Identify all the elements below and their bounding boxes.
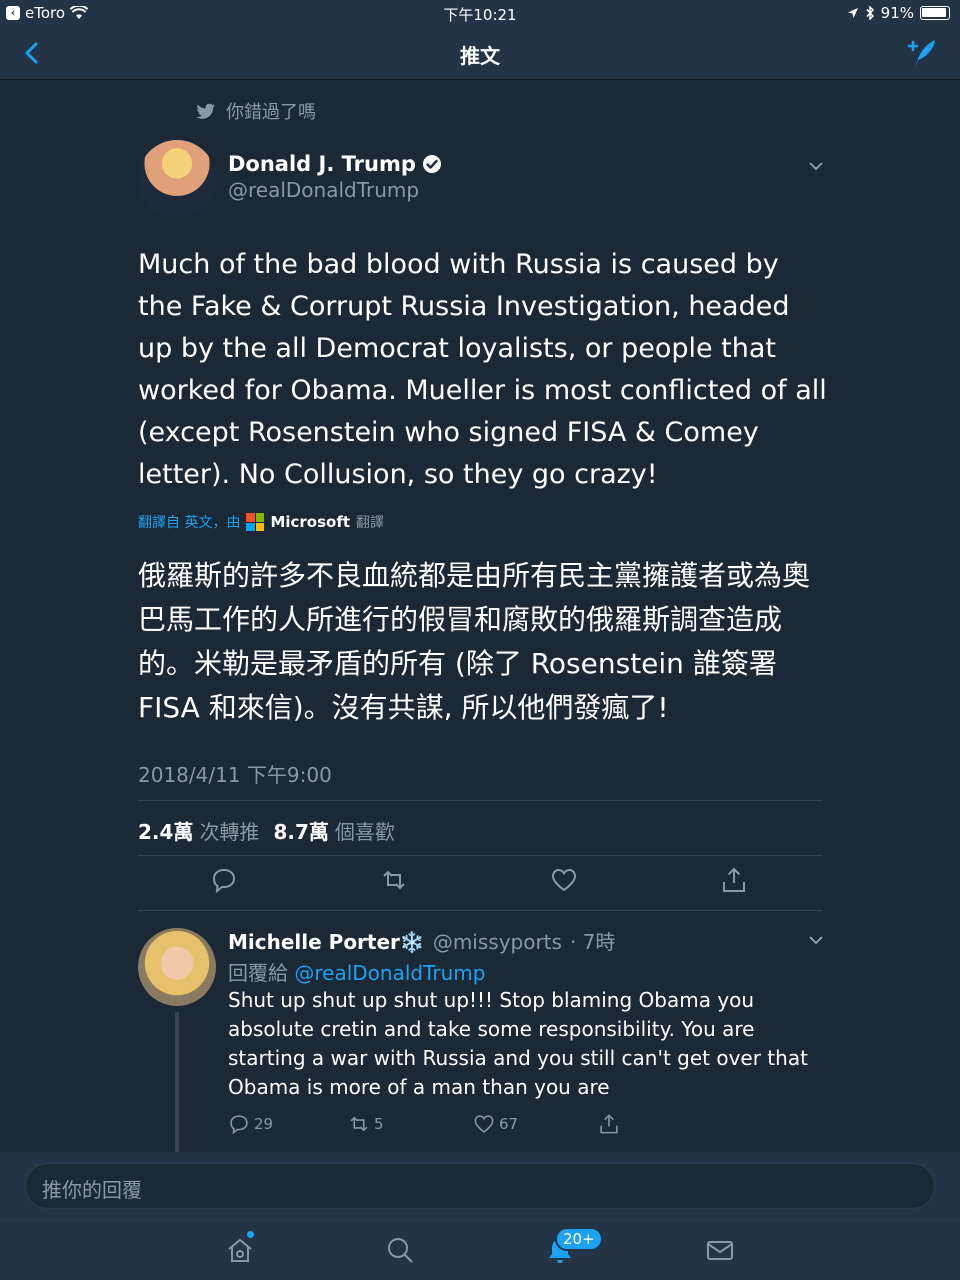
reply-input-placeholder: 推你的回覆 xyxy=(42,1178,142,1202)
context-text: 你錯過了嗎 xyxy=(226,102,316,123)
reply-share-button[interactable] xyxy=(598,1113,620,1135)
home-icon[interactable] xyxy=(225,1235,255,1265)
chevron-down-icon[interactable] xyxy=(806,930,826,950)
status-bar: ‹ eToro 下午10:21 91% xyxy=(0,0,960,28)
reply-retweet-button[interactable]: 5 xyxy=(348,1113,384,1135)
retweet-icon[interactable] xyxy=(380,866,408,894)
notifications-badge: 20+ xyxy=(555,1227,603,1251)
reply-author-avatar[interactable] xyxy=(138,928,216,1006)
tweet-actions xyxy=(138,862,822,906)
reply-icon[interactable] xyxy=(210,866,238,894)
verified-badge-icon xyxy=(422,155,441,173)
divider xyxy=(138,855,822,856)
reply-like-button[interactable]: 67 xyxy=(473,1113,518,1135)
likes-count: 8.7萬 xyxy=(273,820,329,844)
translated-text: 俄羅斯的許多不良血統都是由所有民主黨擁護者或為奧巴馬工作的人所進行的假冒和腐敗的… xyxy=(138,559,811,724)
retweets-count: 2.4萬 xyxy=(138,820,194,844)
reply-author-name: Michelle Porter❄️ xyxy=(228,930,425,954)
status-icons: 91% xyxy=(847,4,950,22)
search-icon[interactable] xyxy=(385,1235,415,1265)
bluetooth-icon xyxy=(866,6,874,20)
reply-reply-button[interactable]: 29 xyxy=(228,1113,273,1135)
compose-tweet-icon[interactable] xyxy=(904,36,938,70)
messages-mail-icon[interactable] xyxy=(705,1235,735,1265)
reply-author-handle: @missyports xyxy=(432,930,562,954)
retweet-icon xyxy=(350,1116,368,1132)
share-icon xyxy=(600,1114,618,1134)
divider xyxy=(138,800,822,801)
battery-icon xyxy=(920,6,950,20)
reply-icon xyxy=(230,1115,248,1135)
thread-line xyxy=(175,1012,179,1152)
reply-retweets-count: 5 xyxy=(374,1115,384,1133)
battery-percent: 91% xyxy=(880,4,914,22)
location-icon xyxy=(847,8,858,18)
translation-prefix: 翻譯自 英文，由 xyxy=(138,515,241,531)
translation-attribution: 翻譯自 英文，由 Microsoft 翻譯 xyxy=(138,512,384,532)
tweet-timestamp: 2018/4/11 下午9:00 xyxy=(138,763,332,787)
author-name-text: Donald J. Trump xyxy=(228,152,416,176)
reply-to-mention[interactable]: @realDonaldTrump xyxy=(294,961,485,985)
divider xyxy=(138,910,822,911)
home-new-dot xyxy=(247,1231,254,1238)
reply-header[interactable]: Michelle Porter❄️ @missyports · 7時 xyxy=(228,926,615,955)
tweet-detail: 你錯過了嗎 Donald J. Trump @realDonaldTrump M… xyxy=(0,80,960,1152)
chevron-down-icon[interactable] xyxy=(806,156,826,176)
page-title: 推文 xyxy=(460,44,500,68)
clock: 下午10:21 xyxy=(443,6,517,24)
author-avatar[interactable] xyxy=(138,140,216,218)
share-icon[interactable] xyxy=(720,866,748,894)
reply-likes-count: 67 xyxy=(499,1115,519,1133)
like-heart-icon[interactable] xyxy=(550,866,578,894)
author-name[interactable]: Donald J. Trump xyxy=(228,152,442,176)
author-handle[interactable]: @realDonaldTrump xyxy=(228,178,419,202)
reply-time: · 7時 xyxy=(569,930,616,954)
nav-bar: 推文 xyxy=(0,28,960,80)
tweet-stats[interactable]: 2.4萬 次轉推 8.7萬 個喜歡 xyxy=(138,816,395,845)
context-label: 你錯過了嗎 xyxy=(196,98,316,124)
reply-composer-bar: 推你的回覆 xyxy=(0,1152,960,1220)
likes-label: 個喜歡 xyxy=(334,820,395,844)
twitter-bird-icon xyxy=(196,103,215,119)
reply-text: Shut up shut up shut up!!! Stop blaming … xyxy=(228,988,808,1099)
like-heart-icon xyxy=(474,1115,494,1133)
reply-to-label: 回覆給 xyxy=(228,961,288,985)
translation-suffix: 翻譯 xyxy=(356,515,385,531)
reply-to-line: 回覆給 @realDonaldTrump xyxy=(228,957,485,986)
translation-brand: Microsoft xyxy=(270,513,351,531)
reply-actions: 29 5 67 xyxy=(228,1113,628,1139)
tweet-text: Much of the bad blood with Russia is cau… xyxy=(138,249,827,490)
reply-replies-count: 29 xyxy=(254,1115,274,1133)
microsoft-logo-icon xyxy=(246,513,265,531)
tab-bar: 20+ xyxy=(0,1220,960,1280)
retweets-label: 次轉推 xyxy=(199,820,260,844)
reply-input[interactable]: 推你的回覆 xyxy=(25,1163,935,1209)
